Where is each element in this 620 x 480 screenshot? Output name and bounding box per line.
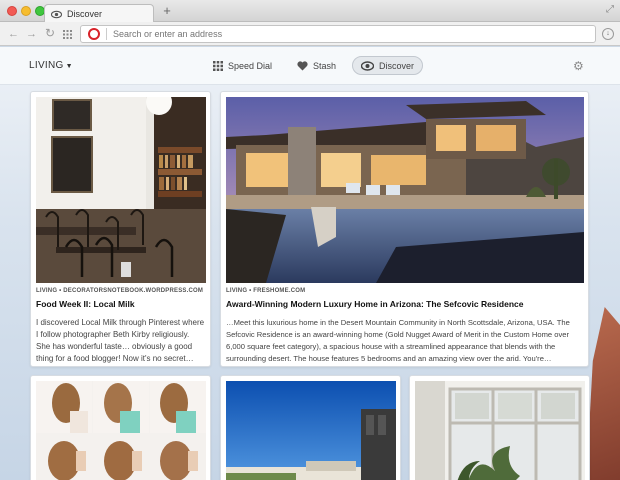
- speed-dial-grid-icon[interactable]: [63, 30, 72, 39]
- excerpt-line: I discovered Local Milk through Pinteres…: [36, 318, 205, 327]
- excerpt-line: I follow photographer Beth Kirby religio…: [36, 330, 190, 339]
- article-source: LIVING • DECORATORSNOTEBOOK.WORDPRESS.CO…: [36, 288, 204, 294]
- opera-logo-icon: [88, 28, 100, 40]
- discover-page: LIVING ▼ Speed Dial Stash Discover ⚙ LIV…: [0, 47, 620, 480]
- eye-icon: [51, 10, 62, 18]
- article-image-arizona-home: [226, 97, 584, 283]
- nav-speed-dial[interactable]: Speed Dial: [205, 56, 280, 75]
- nav-label: Stash: [313, 60, 337, 71]
- forward-button[interactable]: →: [26, 27, 37, 41]
- article-card[interactable]: [30, 375, 211, 480]
- excerpt-line: 6,000 square feet category), a spacious …: [226, 342, 556, 351]
- article-card[interactable]: [409, 375, 590, 480]
- address-bar[interactable]: [80, 25, 596, 43]
- eye-icon: [361, 60, 374, 71]
- article-source: LIVING • FRESHOME.COM: [226, 288, 306, 294]
- category-dropdown[interactable]: LIVING ▼: [29, 60, 73, 71]
- category-label: LIVING: [29, 60, 64, 71]
- heart-icon: [297, 60, 308, 70]
- grid-icon: [213, 60, 223, 71]
- article-image-restaurant: [36, 97, 206, 283]
- article-title[interactable]: Food Week II: Local Milk: [36, 299, 135, 309]
- excerpt-line: surrounding desert. The house features 5…: [226, 354, 552, 363]
- reload-button[interactable]: ↻: [45, 26, 55, 40]
- chevron-down-icon: ▼: [65, 63, 73, 70]
- fullscreen-icon[interactable]: ⤢: [606, 4, 614, 15]
- article-excerpt: …Meet this luxurious home in the Desert …: [226, 317, 570, 365]
- article-card[interactable]: LIVING • FRESHOME.COM Award-Winning Mode…: [220, 91, 589, 367]
- article-image-hair-tutorial: [36, 381, 206, 480]
- address-divider: [106, 28, 107, 40]
- excerpt-line: thing for a food blogger! Now it's no se…: [36, 354, 194, 363]
- address-input[interactable]: [113, 29, 553, 39]
- background-mountain: [586, 307, 620, 480]
- nav-discover[interactable]: Discover: [352, 56, 424, 75]
- browser-toolbar: ← → ↻ ↓: [0, 22, 620, 46]
- article-title[interactable]: Award-Winning Modern Luxury Home in Ariz…: [226, 299, 523, 309]
- article-image-modern-building: [226, 381, 396, 480]
- excerpt-line: …Meet this luxurious home in the Desert …: [226, 318, 570, 327]
- excerpt-line: Sefcovic Residence is an award-winning h…: [226, 330, 570, 339]
- downloads-icon[interactable]: ↓: [602, 28, 614, 40]
- window-titlebar: Discover + ⤢: [0, 0, 620, 23]
- new-tab-button[interactable]: +: [160, 4, 174, 18]
- back-button[interactable]: ←: [8, 27, 19, 41]
- close-window-button[interactable]: [7, 6, 17, 16]
- minimize-window-button[interactable]: [21, 6, 31, 16]
- nav-label: Speed Dial: [228, 60, 273, 71]
- excerpt-line: She has wonderful taste… obviously a goo…: [36, 342, 193, 351]
- tab-title: Discover: [67, 9, 103, 19]
- nav-stash[interactable]: Stash: [289, 56, 344, 75]
- nav-label: Discover: [379, 60, 415, 71]
- discover-header: LIVING ▼ Speed Dial Stash Discover ⚙: [0, 47, 620, 85]
- tab-discover[interactable]: Discover: [44, 4, 154, 23]
- article-card[interactable]: [220, 375, 401, 480]
- article-image-window-interior: [415, 381, 585, 480]
- article-card[interactable]: LIVING • DECORATORSNOTEBOOK.WORDPRESS.CO…: [30, 91, 211, 367]
- article-excerpt: I discovered Local Milk through Pinteres…: [36, 317, 204, 365]
- gear-icon[interactable]: ⚙: [573, 59, 584, 73]
